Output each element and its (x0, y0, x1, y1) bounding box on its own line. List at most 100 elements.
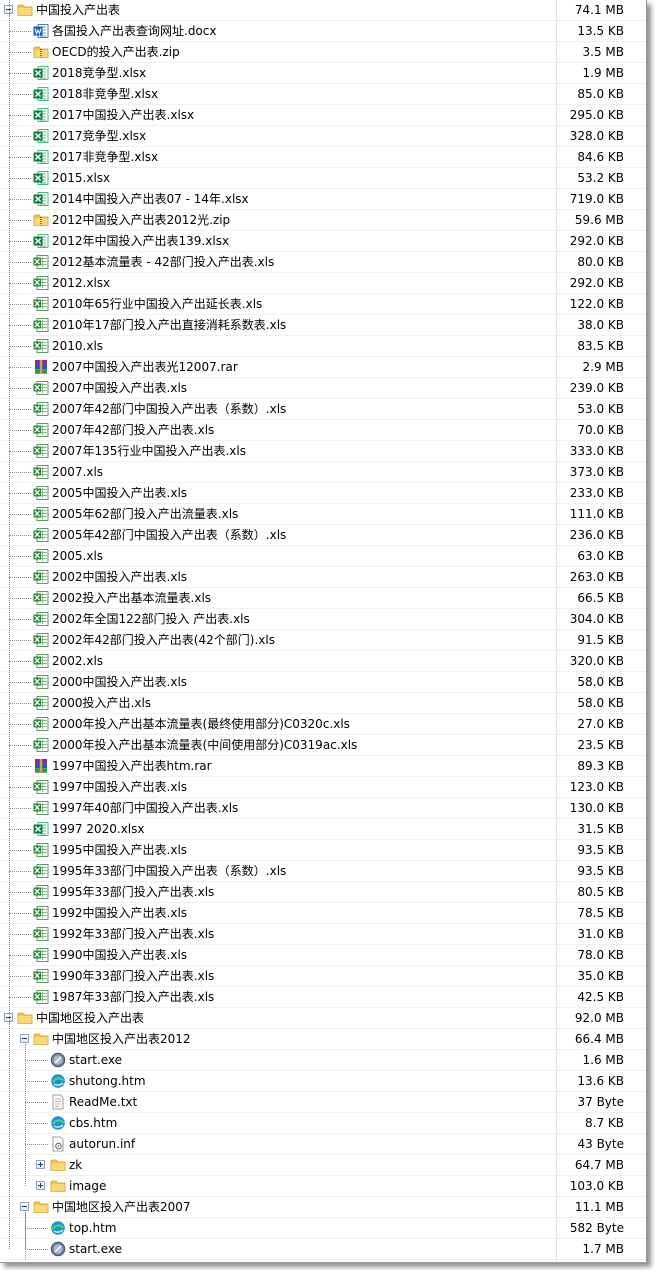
xls-icon (33, 506, 49, 522)
file-row[interactable]: 1987年33部门投入产出表.xls 42.5 KB (0, 987, 646, 1008)
file-row[interactable]: 2012年中国投入产出表139.xlsx 292.0 KB (0, 231, 646, 252)
file-row[interactable]: 2017非竞争型.xlsx 84.6 KB (0, 147, 646, 168)
file-row[interactable]: OECD的投入产出表.zip 3.5 MB (0, 42, 646, 63)
file-row[interactable]: 2000年投入产出基本流量表(中间使用部分)C0319ac.xls 23.5 KB (0, 735, 646, 756)
file-row[interactable]: 1995年33部门中国投入产出表（系数）.xls 93.5 KB (0, 861, 646, 882)
file-row[interactable]: 1997 2020.xlsx 31.5 KB (0, 819, 646, 840)
file-row[interactable]: 2007年42部门投入产出表.xls 70.0 KB (0, 420, 646, 441)
file-row[interactable]: 1995年33部门投入产出表.xls 80.5 KB (0, 882, 646, 903)
file-row[interactable]: 2015.xlsx 53.2 KB (0, 168, 646, 189)
file-row[interactable]: ReadMe.txt 37 Byte (0, 1092, 646, 1113)
file-row[interactable]: 2005.xls 63.0 KB (0, 546, 646, 567)
folder-row[interactable]: image 103.0 KB (0, 1176, 646, 1197)
file-row[interactable]: autorun.inf 43 Byte (0, 1134, 646, 1155)
item-name: 1990中国投入产出表.xls (52, 948, 188, 962)
expand-toggle-icon[interactable] (36, 1181, 45, 1190)
file-row[interactable]: 2014中国投入产出表07 - 14年.xlsx 719.0 KB (0, 189, 646, 210)
file-row[interactable]: 各国投入产出表查询网址.docx 13.5 KB (0, 21, 646, 42)
tree-connector (25, 1060, 48, 1061)
file-row[interactable]: 2007年135行业中国投入产出表.xls 333.0 KB (0, 441, 646, 462)
file-row[interactable]: 2007中国投入产出表光12007.rar 2.9 MB (0, 357, 646, 378)
item-name: 1992年33部门投入产出表.xls (52, 927, 215, 941)
xls-icon (33, 338, 49, 354)
file-row[interactable]: 2002投入产出基本流量表.xls 66.5 KB (0, 588, 646, 609)
item-size: 8.7 KB (585, 1116, 624, 1130)
zip-icon (33, 212, 49, 228)
file-row[interactable]: 2007.xls 373.0 KB (0, 462, 646, 483)
file-row[interactable]: 2007年42部门中国投入产出表（系数）.xls 53.0 KB (0, 399, 646, 420)
collapse-toggle-icon[interactable] (20, 1034, 29, 1043)
file-row[interactable]: 2010.xls 83.5 KB (0, 336, 646, 357)
xls-icon (33, 380, 49, 396)
file-row[interactable]: 2017中国投入产出表.xlsx 295.0 KB (0, 105, 646, 126)
file-row[interactable]: 2005年42部门中国投入产出表（系数）.xls 236.0 KB (0, 525, 646, 546)
file-row[interactable]: 2017竞争型.xlsx 328.0 KB (0, 126, 646, 147)
xlsx-icon (33, 86, 49, 102)
file-row[interactable]: 1997中国投入产出表.xls 123.0 KB (0, 777, 646, 798)
file-row[interactable]: 2012.xlsx 292.0 KB (0, 273, 646, 294)
xls-icon (33, 674, 49, 690)
folder-icon (17, 2, 33, 18)
item-size: 13.6 KB (577, 1074, 624, 1088)
item-name: 2002投入产出基本流量表.xls (52, 591, 212, 605)
file-row[interactable]: 2005中国投入产出表.xls 233.0 KB (0, 483, 646, 504)
collapse-toggle-icon[interactable] (20, 1202, 29, 1211)
file-row[interactable]: 2002中国投入产出表.xls 263.0 KB (0, 567, 646, 588)
file-row[interactable]: start.exe 1.6 MB (0, 1050, 646, 1071)
file-row[interactable]: 2010年65行业中国投入产出延长表.xls 122.0 KB (0, 294, 646, 315)
xls-icon (33, 548, 49, 564)
item-name: 1995年33部门中国投入产出表（系数）.xls (52, 864, 287, 878)
file-row[interactable]: 1992年33部门投入产出表.xls 31.0 KB (0, 924, 646, 945)
file-row[interactable]: 1992中国投入产出表.xls 78.5 KB (0, 903, 646, 924)
item-size: 59.6 MB (574, 213, 624, 227)
file-row[interactable]: 2000中国投入产出表.xls 58.0 KB (0, 672, 646, 693)
file-row[interactable]: 2002.xls 320.0 KB (0, 651, 646, 672)
tree-connector (9, 409, 31, 410)
xls-icon (33, 590, 49, 606)
folder-row[interactable]: 中国地区投入产出表2012 66.4 MB (0, 1029, 646, 1050)
file-row[interactable]: 1997年40部门中国投入产出表.xls 130.0 KB (0, 798, 646, 819)
file-tree-panel: 中国投入产出表 74.1 MB 各国投入产出表查询网址.docx 13.5 KB OEC… (0, 0, 647, 1263)
file-row[interactable]: 1995中国投入产出表.xls 93.5 KB (0, 840, 646, 861)
file-row[interactable]: 1997中国投入产出表htm.rar 89.3 KB (0, 756, 646, 777)
item-name: 2010.xls (52, 339, 104, 353)
file-row[interactable]: 1990中国投入产出表.xls 78.0 KB (0, 945, 646, 966)
folder-row[interactable]: zk 64.7 MB (0, 1155, 646, 1176)
file-row[interactable]: top.htm 582 Byte (0, 1218, 646, 1239)
file-row[interactable]: 2010年17部门投入产出直接消耗系数表.xls 38.0 KB (0, 315, 646, 336)
file-row[interactable]: 2018非竞争型.xlsx 85.0 KB (0, 84, 646, 105)
file-row[interactable]: 2005年62部门投入产出流量表.xls 111.0 KB (0, 504, 646, 525)
file-row[interactable]: shutong.htm 13.6 KB (0, 1071, 646, 1092)
item-size: 292.0 KB (569, 234, 624, 248)
file-row[interactable]: 2002年全国122部门投入 产出表.xls 304.0 KB (0, 609, 646, 630)
file-row[interactable]: start.exe 1.7 MB (0, 1239, 646, 1260)
file-row[interactable]: cbs.htm 8.7 KB (0, 1113, 646, 1134)
item-size: 66.5 KB (577, 591, 624, 605)
file-row[interactable]: 2012中国投入产出表2012光.zip 59.6 MB (0, 210, 646, 231)
folder-row[interactable]: 中国投入产出表 74.1 MB (0, 0, 646, 21)
file-row[interactable]: 1990年33部门投入产出表.xls 35.0 KB (0, 966, 646, 987)
folder-row[interactable]: 中国地区投入产出表 92.0 MB (0, 1008, 646, 1029)
tree-connector (9, 31, 31, 32)
item-size: 123.0 KB (569, 780, 624, 794)
item-size: 13.5 KB (577, 24, 624, 38)
file-row[interactable]: 2002年42部门投入产出表(42个部门).xls 91.5 KB (0, 630, 646, 651)
tree-connector (9, 136, 31, 137)
file-row[interactable]: 2012基本流量表 - 42部门投入产出表.xls 80.0 KB (0, 252, 646, 273)
file-row[interactable]: 2000投入产出.xls 58.0 KB (0, 693, 646, 714)
xls-icon (33, 401, 49, 417)
item-name: 2007年135行业中国投入产出表.xls (52, 444, 246, 458)
item-size: 31.0 KB (577, 927, 624, 941)
tree-connector (9, 493, 31, 494)
xlsx-icon (33, 65, 49, 81)
file-row[interactable]: 2018竞争型.xlsx 1.9 MB (0, 63, 646, 84)
item-name: 2012年中国投入产出表139.xlsx (52, 234, 230, 248)
folder-row[interactable]: 中国地区投入产出表2007 11.1 MB (0, 1197, 646, 1218)
expand-toggle-icon[interactable] (36, 1160, 45, 1169)
xls-icon (33, 863, 49, 879)
file-row[interactable]: 2000年投入产出基本流量表(最终使用部分)C0320c.xls 27.0 KB (0, 714, 646, 735)
item-size: 93.5 KB (577, 864, 624, 878)
tree-connector (9, 451, 31, 452)
file-row[interactable]: 2007中国投入产出表.xls 239.0 KB (0, 378, 646, 399)
xls-icon (33, 989, 49, 1005)
